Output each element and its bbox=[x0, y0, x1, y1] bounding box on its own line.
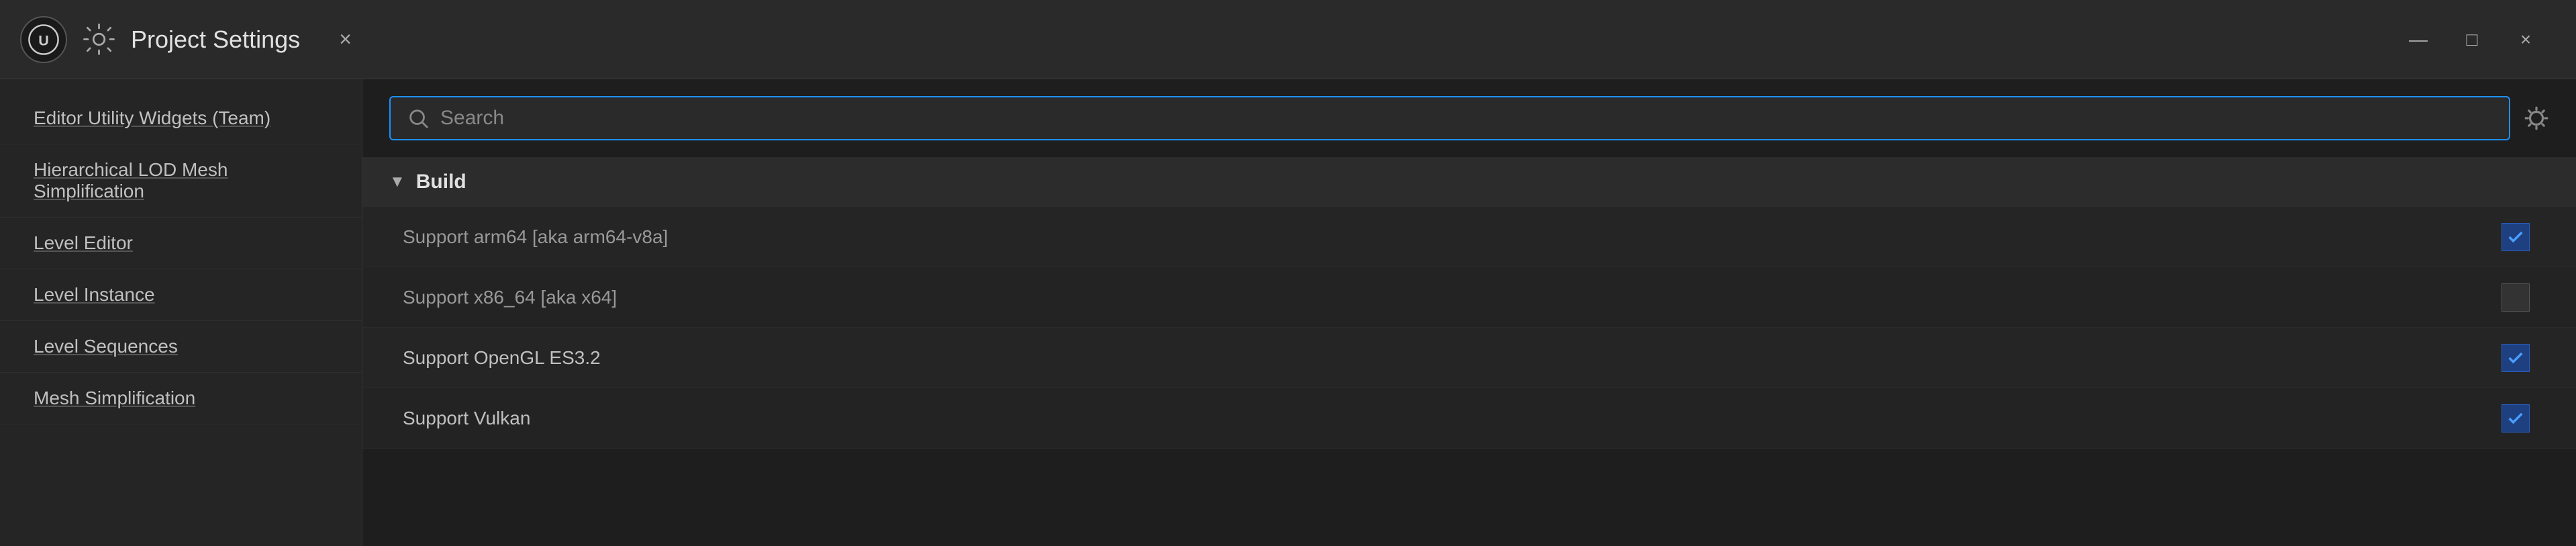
settings-icon bbox=[81, 21, 117, 58]
title-bar-left: U Project Settings × bbox=[20, 16, 2401, 63]
window-title: Project Settings bbox=[131, 26, 300, 54]
minimize-button[interactable]: — bbox=[2401, 23, 2435, 56]
sidebar: Editor Utility Widgets (Team) Hierarchic… bbox=[0, 79, 362, 546]
section-collapse-arrow: ▼ bbox=[389, 173, 405, 191]
maximize-button[interactable]: □ bbox=[2455, 23, 2489, 56]
checkbox-arm64[interactable] bbox=[2495, 222, 2536, 252]
build-section-title: Build bbox=[416, 171, 466, 193]
checkbox-opengl-box[interactable] bbox=[2501, 344, 2530, 372]
search-icon bbox=[407, 107, 430, 130]
title-bar: U Project Settings × — □ × bbox=[0, 0, 2576, 79]
table-row: Support arm64 [aka arm64-v8a] bbox=[362, 207, 2576, 267]
sidebar-item-level-editor[interactable]: Level Editor bbox=[0, 218, 362, 269]
sidebar-item-level-instance[interactable]: Level Instance bbox=[0, 269, 362, 321]
table-row: Support x86_64 [aka x64] bbox=[362, 267, 2576, 328]
search-bar-container bbox=[362, 79, 2576, 157]
window-close-button[interactable]: × bbox=[2509, 23, 2542, 56]
search-input[interactable] bbox=[440, 107, 2493, 130]
svg-text:U: U bbox=[38, 32, 49, 48]
table-row: Support Vulkan bbox=[362, 388, 2576, 449]
ue-logo: U bbox=[20, 16, 67, 63]
checkbox-x86[interactable] bbox=[2495, 282, 2536, 312]
sidebar-item-mesh-simplification[interactable]: Mesh Simplification bbox=[0, 373, 362, 424]
row-label-x86: Support x86_64 [aka x64] bbox=[403, 287, 2495, 308]
sidebar-item-level-sequences[interactable]: Level Sequences bbox=[0, 321, 362, 373]
build-section-header[interactable]: ▼ Build bbox=[362, 157, 2576, 207]
main-content: Editor Utility Widgets (Team) Hierarchic… bbox=[0, 79, 2576, 546]
row-label-opengl: Support OpenGL ES3.2 bbox=[403, 347, 2495, 369]
row-label-arm64: Support arm64 [aka arm64-v8a] bbox=[403, 226, 2495, 248]
row-label-vulkan: Support Vulkan bbox=[403, 408, 2495, 429]
sidebar-item-hierarchical-lod[interactable]: Hierarchical LOD Mesh Simplification bbox=[0, 144, 362, 218]
checkbox-vulkan[interactable] bbox=[2495, 403, 2536, 433]
content-area: ▼ Build Support arm64 [aka arm64-v8a] Su… bbox=[362, 79, 2576, 546]
search-wrapper bbox=[389, 96, 2510, 140]
checkbox-arm64-box[interactable] bbox=[2501, 223, 2530, 251]
checkbox-vulkan-box[interactable] bbox=[2501, 404, 2530, 433]
window-controls: — □ × bbox=[2401, 23, 2556, 56]
sidebar-item-editor-utility-widgets[interactable]: Editor Utility Widgets (Team) bbox=[0, 93, 362, 144]
settings-list: ▼ Build Support arm64 [aka arm64-v8a] Su… bbox=[362, 157, 2576, 546]
tab-close-button[interactable]: × bbox=[327, 21, 364, 58]
table-row: Support OpenGL ES3.2 bbox=[362, 328, 2576, 388]
checkbox-x86-box[interactable] bbox=[2501, 283, 2530, 312]
checkbox-opengl[interactable] bbox=[2495, 343, 2536, 373]
search-settings-button[interactable] bbox=[2524, 105, 2549, 131]
